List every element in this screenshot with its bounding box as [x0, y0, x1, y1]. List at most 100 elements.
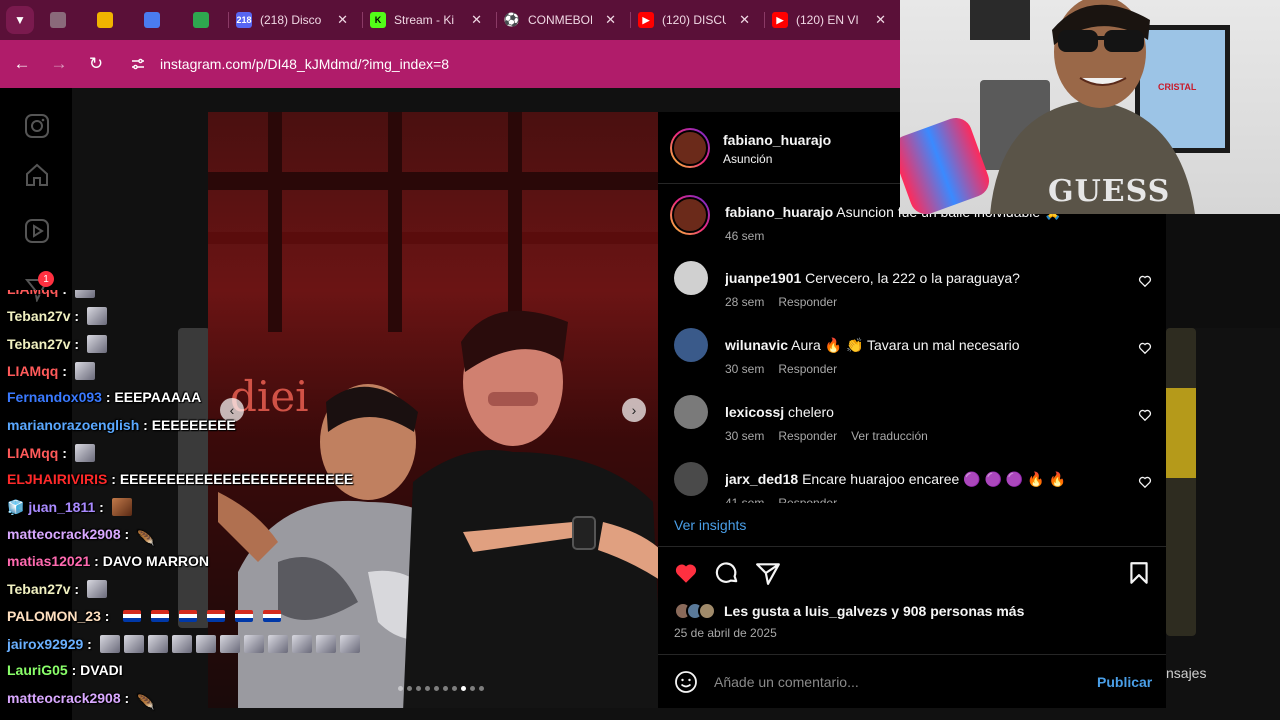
reload-button[interactable]: ↻: [84, 52, 108, 76]
caption-avatar[interactable]: [670, 195, 710, 235]
caption-username[interactable]: fabiano_huarajo: [725, 204, 833, 220]
comment-avatar[interactable]: [674, 395, 708, 429]
address-bar-row: ← → ↻ instagram.com/p/DI48_kJMdmd/?img_i…: [0, 40, 900, 88]
chat-message: matias12021 : DAVO MARRON: [7, 553, 209, 569]
translate-button[interactable]: Ver traducción: [851, 429, 928, 443]
likes-text[interactable]: Les gusta a luis_galvezs y 908 personas …: [724, 603, 1024, 619]
chat-username[interactable]: jairox92929: [7, 636, 83, 652]
chat-message: 🧊 juan_1811 :: [7, 498, 132, 517]
liker-avatar: [698, 602, 716, 620]
caption-time: 46 sem: [725, 229, 765, 243]
publish-button[interactable]: Publicar: [1097, 674, 1152, 690]
forward-button[interactable]: →: [47, 52, 71, 76]
chat-username[interactable]: LIAMqq: [7, 290, 58, 297]
youtube-icon: ▶: [772, 12, 788, 28]
browser-tab[interactable]: K Stream - Ki ✕: [370, 4, 482, 36]
like-heart-icon[interactable]: [673, 560, 699, 586]
comment-time: 30 sem: [725, 362, 765, 376]
browser-tab[interactable]: ▶ (120) EN VI ✕: [772, 4, 886, 36]
comment-avatar[interactable]: [674, 328, 708, 362]
site-info-button[interactable]: [128, 54, 148, 74]
close-tab-icon[interactable]: ✕: [337, 12, 348, 28]
chat-username[interactable]: LauriG05: [7, 662, 68, 678]
comment-like-icon[interactable]: [1138, 475, 1152, 489]
post-location[interactable]: Asunción: [723, 152, 772, 166]
chat-message: LauriG05 : DVADI: [7, 662, 123, 678]
comment-like-icon[interactable]: [1138, 274, 1152, 288]
comment-username[interactable]: lexicossj: [725, 404, 784, 420]
comment-avatar[interactable]: [674, 261, 708, 295]
bookmark-icon[interactable]: [1126, 560, 1152, 586]
emoji-icon[interactable]: [674, 670, 698, 694]
comment-text-row: lexicossj chelero: [725, 404, 1125, 420]
emote-icon: [87, 334, 107, 353]
chat-username[interactable]: LIAMqq: [7, 445, 58, 461]
chat-username[interactable]: Teban27v: [7, 308, 71, 324]
chat-username[interactable]: PALOMON_23: [7, 608, 101, 624]
chat-username[interactable]: Teban27v: [7, 581, 71, 597]
reply-button[interactable]: Responder: [778, 429, 837, 443]
carousel-dot: [479, 686, 484, 691]
close-tab-icon[interactable]: ✕: [739, 12, 750, 28]
comments-list: fabiano_huarajo Asuncion fue un baile in…: [658, 185, 1166, 503]
view-insights-link[interactable]: Ver insights: [674, 517, 746, 533]
instagram-logo-icon[interactable]: [24, 113, 50, 139]
tab-title: (120) DISCU: [662, 13, 726, 27]
emote-icon: 🪶: [137, 529, 155, 546]
tab-title: (218) Disco: [260, 13, 322, 27]
chat-username[interactable]: juan_1811: [28, 499, 95, 515]
tab-title: CONMEBOL: [528, 13, 592, 27]
paraguay-flag-icon: [123, 609, 142, 622]
reels-icon[interactable]: [24, 218, 50, 244]
chat-username[interactable]: Fernandox093: [7, 389, 102, 405]
comment-username[interactable]: wilunavic: [725, 337, 788, 353]
author-username[interactable]: fabiano_huarajo: [723, 132, 831, 148]
comment-icon[interactable]: [714, 560, 740, 586]
browser-tab[interactable]: [97, 4, 121, 36]
chat-username[interactable]: matteocrack2908: [7, 526, 121, 542]
comment-username[interactable]: juanpe1901: [725, 270, 801, 286]
browser-tab[interactable]: ▶ (120) DISCU ✕: [638, 4, 750, 36]
comment-meta: 30 sem Responder: [725, 362, 865, 376]
carousel-dot: [452, 686, 457, 691]
chat-username[interactable]: ELJHAIRIVIRIS: [7, 471, 107, 487]
chat-username[interactable]: matteocrack2908: [7, 690, 121, 706]
close-tab-icon[interactable]: ✕: [471, 12, 482, 28]
comment-avatar[interactable]: [674, 462, 708, 496]
browser-tab[interactable]: [193, 4, 217, 36]
chat-username[interactable]: marianorazoenglish: [7, 417, 139, 433]
chat-username[interactable]: LIAMqq: [7, 363, 58, 379]
reply-button[interactable]: Responder: [778, 362, 837, 376]
chat-colon: :: [139, 416, 152, 433]
browser-tab[interactable]: [50, 4, 74, 36]
browser-tab[interactable]: ⚽ CONMEBOL ✕: [504, 4, 616, 36]
chat-username[interactable]: matias12021: [7, 553, 90, 569]
url-field[interactable]: instagram.com/p/DI48_kJMdmd/?img_index=8: [160, 56, 449, 72]
browser-tab[interactable]: [144, 4, 168, 36]
comment-username[interactable]: jarx_ded18: [725, 471, 798, 487]
home-icon[interactable]: [24, 162, 50, 188]
comment-input[interactable]: [714, 672, 1074, 692]
u-icon: [97, 12, 113, 28]
chat-message: matteocrack2908 : 🪶: [7, 526, 155, 548]
discord-icon: 218: [236, 12, 252, 28]
emote-icon: [74, 361, 95, 380]
back-button[interactable]: ←: [10, 52, 34, 76]
close-tab-icon[interactable]: ✕: [605, 12, 616, 28]
tab-search-button[interactable]: ▼: [6, 6, 34, 34]
reply-button[interactable]: Responder: [778, 496, 837, 503]
comment-text: Aura 🔥 👏 Tavara un mal necesario: [791, 337, 1020, 353]
share-icon[interactable]: [755, 560, 781, 586]
author-avatar[interactable]: [670, 128, 710, 168]
comment-like-icon[interactable]: [1138, 341, 1152, 355]
browser-tab[interactable]: 218 (218) Disco ✕: [236, 4, 348, 36]
tab-separator: [496, 12, 497, 28]
next-photo-button[interactable]: ›: [622, 398, 646, 422]
close-tab-icon[interactable]: ✕: [875, 12, 886, 28]
emote-icon: [195, 634, 216, 653]
paraguay-flag-icon: [179, 609, 198, 622]
chat-username[interactable]: Teban27v: [7, 336, 71, 352]
reply-button[interactable]: Responder: [778, 295, 837, 309]
sheet-icon: [193, 12, 209, 28]
comment-like-icon[interactable]: [1138, 408, 1152, 422]
